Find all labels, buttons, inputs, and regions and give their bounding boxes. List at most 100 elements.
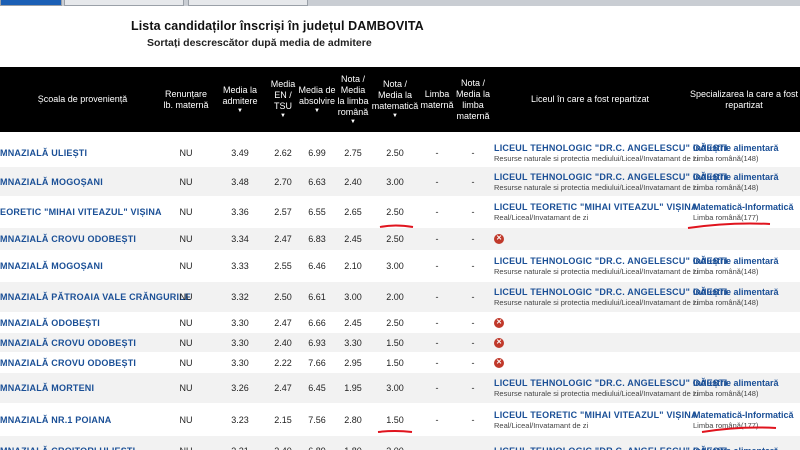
col-nota-lm-label: Nota / Media la limba maternă [455, 77, 491, 121]
browser-tab-active[interactable] [0, 0, 62, 6]
school-link[interactable]: MNAZIALĂ MORTENI [0, 373, 160, 403]
school-link[interactable]: MNAZIALĂ CROVU ODOBEȘTI [0, 352, 160, 373]
media-abs-cell: 6.89 [298, 436, 336, 450]
school-link[interactable]: MNAZIALĂ ULIEȘTI [0, 138, 160, 167]
table-row: MNAZIALĂ MOGOȘANI NU 3.33 2.55 6.46 2.10 3.00 -… [0, 250, 800, 282]
nota-ro-cell: 2.95 [344, 357, 362, 368]
nota-ro-cell: 3.00 [344, 292, 362, 302]
school-link[interactable]: MNAZIALĂ NR.1 POIANA [0, 403, 160, 436]
limba-materna-cell: - [435, 292, 439, 302]
school-link[interactable]: EORETIC "MIHAI VITEAZUL" VIȘINA [0, 196, 162, 228]
x-circle-icon: ✕ [494, 357, 504, 368]
sort-desc-icon[interactable]: ▼ [370, 112, 420, 120]
specializare-link[interactable]: Industrie alimentară [693, 143, 779, 153]
renuntare-cell: NU [179, 317, 193, 328]
specializare-cell: Industrie alimentară [693, 436, 800, 450]
media-abs-cell: 6.66 [308, 317, 326, 328]
liceu-cell: LICEUL TEORETIC "MIHAI VITEAZUL" VIȘINA R… [494, 196, 697, 228]
media-abs-cell: 6.93 [308, 337, 326, 348]
nota-mate-cell: 3.00 [386, 176, 404, 187]
nota-lm-cell: - [471, 261, 475, 271]
table-row: MNAZIALĂ ODOBEȘTI NU 3.30 2.47 6.66 2.45 2.50 -… [0, 312, 800, 333]
browser-tab[interactable] [188, 0, 308, 6]
specializare-cell: Industrie alimentară Limba română(148) [693, 373, 800, 403]
renuntare-cell: NU [179, 357, 193, 368]
specializare-cell: Industrie alimentară Limba română(148) [693, 282, 800, 312]
liceu-cell: LICEUL TEORETIC "MIHAI VITEAZUL" VIȘINA R… [494, 403, 697, 436]
school-link[interactable]: MNAZIALĂ CROITORI ULIEȘTI [0, 436, 160, 450]
school-link[interactable]: MNAZIALĂ CROVU ODOBEȘTI [0, 228, 160, 250]
col-media-en-header[interactable]: Media EN / TSU ▼ [268, 67, 298, 132]
table-row: MNAZIALĂ CROVU ODOBEȘTI NU 3.30 2.22 7.66 2.9… [0, 352, 800, 373]
media-abs-cell: 6.45 [308, 383, 326, 393]
specializare-language: Limba română(177) [693, 213, 759, 222]
col-media-admitere-header[interactable]: Media la admitere ▼ [214, 67, 266, 132]
col-nota-mate-header[interactable]: Nota / Media la matematică ▼ [370, 67, 420, 132]
media-admitere-cell: 3.30 [231, 357, 249, 368]
specializare-link[interactable]: Industrie alimentară [693, 172, 779, 182]
col-renuntare-label: Renunțare lb. maternă [163, 88, 209, 110]
liceu-profile: Resurse naturale si protectia mediului/L… [494, 267, 699, 276]
school-link[interactable]: MNAZIALĂ PĂTROAIA VALE CRĂNGURILE [0, 282, 191, 312]
media-admitere-cell: 3.23 [231, 414, 249, 425]
school-link[interactable]: MNAZIALĂ MOGOȘANI [0, 167, 160, 196]
specializare-language: Limba română(177) [693, 420, 759, 430]
liceu-profile: Real/Liceal/Invatamant de zi [494, 213, 589, 222]
specializare-link[interactable]: Industrie alimentară [693, 378, 779, 388]
specializare-cell: Matematică-Informatică Limba română(177) [693, 403, 800, 436]
media-en-cell: 2.40 [268, 436, 298, 450]
col-scoala-header: Școala de proveniență [0, 67, 165, 132]
x-circle-icon: ✕ [494, 234, 504, 244]
sort-desc-icon[interactable]: ▼ [214, 107, 266, 115]
school-link[interactable]: MNAZIALĂ ODOBEȘTI [0, 312, 160, 333]
col-nota-ro-header[interactable]: Nota / Media la limba română ▼ [336, 67, 370, 132]
media-en-cell: 2.40 [274, 337, 292, 348]
media-admitere-cell: 3.26 [231, 383, 249, 393]
liceu-cell: LICEUL TEHNOLOGIC "DR.C. ANGELESCU" GĂEȘ… [494, 138, 727, 167]
specializare-link[interactable]: Industrie alimentară [693, 287, 779, 297]
specializare-link[interactable]: Industrie alimentară [693, 256, 779, 266]
nota-lm-cell: - [471, 383, 475, 393]
media-en-cell: 2.50 [274, 292, 292, 302]
specializare-link[interactable]: Matematică-Informatică [693, 410, 794, 420]
nota-lm-cell: - [471, 147, 475, 158]
media-en-cell: 2.22 [274, 357, 292, 368]
sort-desc-icon[interactable]: ▼ [268, 112, 298, 120]
school-link[interactable]: MNAZIALĂ MOGOȘANI [0, 250, 160, 282]
col-specializare-header: Specializarea la care a fost repartizat [688, 67, 800, 132]
table-row: MNAZIALĂ PĂTROAIA VALE CRĂNGURILE NU 3.32 2… [0, 282, 800, 312]
liceu-cell: LICEUL TEHNOLOGIC "DR.C. ANGELESCU" GĂEȘ… [494, 250, 727, 282]
renuntare-cell: NU [179, 292, 193, 302]
specializare-cell: Industrie alimentară Limba română(148) [693, 167, 800, 196]
nota-mate-cell: 1.50 [386, 337, 404, 348]
col-media-abs-label: Media de absolvire [298, 84, 336, 106]
nota-mate-cell: 3.00 [370, 436, 420, 450]
liceu-profile: Resurse naturale si protectia mediului/L… [494, 153, 699, 163]
sort-desc-icon[interactable]: ▼ [336, 118, 370, 126]
specializare-link[interactable]: Industrie alimentară [693, 446, 779, 450]
specializare-cell: Industrie alimentară Limba română(148) [693, 250, 800, 282]
unassigned-cell: ✕ [494, 352, 514, 373]
specializare-link[interactable]: Matematică-Informatică [693, 202, 794, 212]
page-title: Lista candidaților înscriși în județul D… [131, 19, 424, 33]
media-admitere-cell: 3.34 [231, 234, 249, 244]
school-link[interactable]: MNAZIALĂ CROVU ODOBEȘTI [0, 333, 160, 352]
browser-tab[interactable] [64, 0, 184, 6]
col-scoala-label: Școala de proveniență [37, 94, 128, 104]
col-limba-materna-label: Limba maternă [420, 88, 454, 110]
nota-ro-cell: 2.45 [344, 234, 362, 244]
x-circle-icon: ✕ [494, 337, 504, 348]
nota-ro-cell: 2.10 [344, 261, 362, 271]
limba-materna-cell: - [435, 261, 439, 271]
liceu-link[interactable]: LICEUL TEORETIC "MIHAI VITEAZUL" VIȘINA [494, 410, 698, 420]
liceu-profile: Resurse naturale si protectia mediului/L… [494, 182, 699, 192]
specializare-language: Limba română(148) [693, 153, 759, 163]
sort-desc-icon[interactable]: ▼ [298, 107, 336, 115]
nota-mate-cell: 2.50 [386, 207, 404, 217]
col-media-abs-header[interactable]: Media de absolvire ▼ [298, 67, 336, 132]
table-row: MNAZIALĂ CROITORI ULIEȘTINU3.212.406.891… [0, 436, 800, 450]
liceu-link[interactable]: LICEUL TEORETIC "MIHAI VITEAZUL" VIȘINA [494, 202, 698, 212]
nota-lm-cell: - [471, 317, 475, 328]
page-subtitle: Sortați descrescător după media de admit… [147, 37, 372, 49]
col-nota-lm-header: Nota / Media la limba maternă [454, 67, 492, 132]
